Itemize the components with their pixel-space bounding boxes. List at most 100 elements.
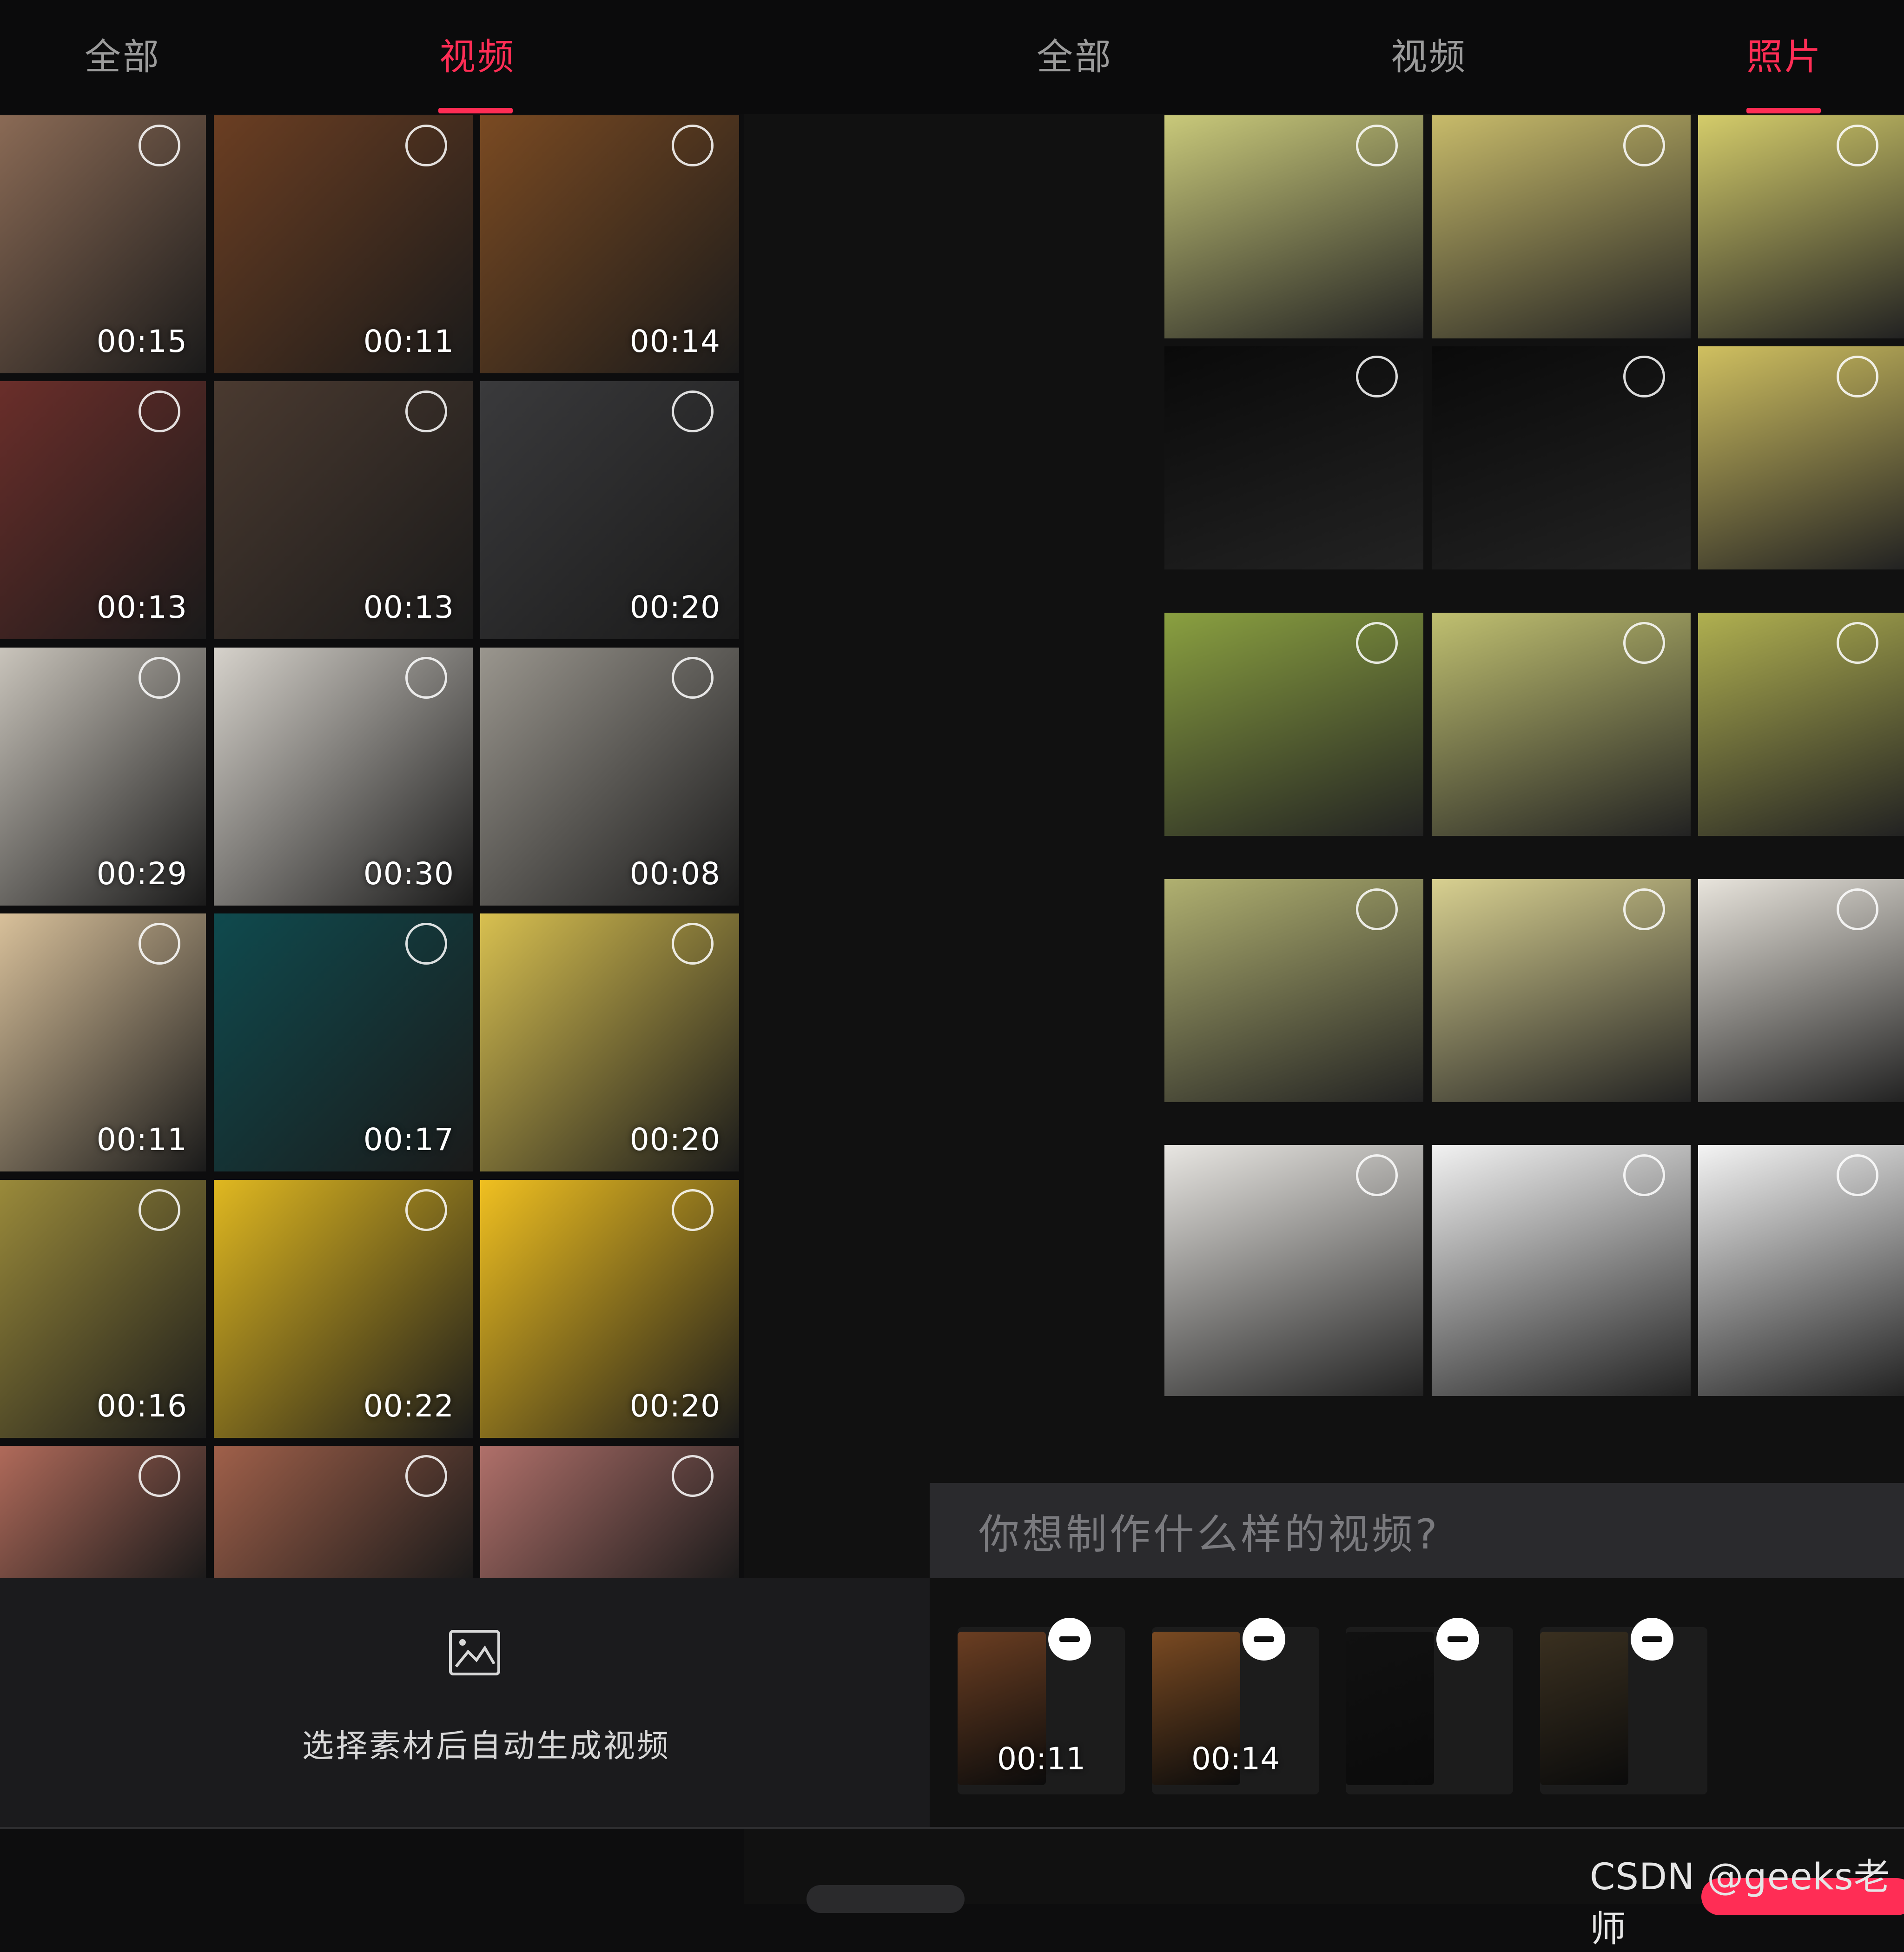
auto-generate-hint-text: 选择素材后自动生成视频 (302, 1728, 671, 1765)
select-circle-icon[interactable] (139, 1455, 180, 1497)
select-circle-icon[interactable] (672, 390, 714, 432)
select-circle-icon[interactable] (1837, 125, 1878, 166)
video-thumbnail[interactable]: 00:22 (214, 1180, 473, 1438)
video-duration: 00:16 (96, 1388, 187, 1424)
photo-thumbnail[interactable] (1432, 613, 1691, 836)
photo-thumbnail[interactable] (1432, 115, 1691, 338)
prompt-placeholder: 你想制作什么样的视频? (978, 1510, 1440, 1558)
select-circle-icon[interactable] (672, 657, 714, 699)
select-circle-icon[interactable] (139, 125, 180, 166)
video-thumbnail[interactable]: 00:17 (214, 913, 473, 1171)
remove-selected-button[interactable] (1243, 1618, 1285, 1661)
selected-media-thumbnail[interactable] (1346, 1632, 1434, 1785)
selected-media-thumbnail[interactable] (1540, 1632, 1628, 1785)
video-duration: 00:13 (96, 589, 187, 625)
video-thumbnail[interactable]: 00:13 (0, 381, 206, 639)
select-circle-icon[interactable] (405, 923, 447, 965)
video-thumbnail[interactable]: 00:29 (0, 648, 206, 906)
select-circle-icon[interactable] (1837, 622, 1878, 664)
select-circle-icon[interactable] (405, 1455, 447, 1497)
tab-photo-right[interactable]: 照片 (1746, 28, 1823, 80)
select-circle-icon[interactable] (1356, 356, 1398, 397)
divider (0, 1827, 1904, 1829)
video-duration: 00:08 (629, 856, 721, 892)
photo-thumbnail[interactable] (1432, 1145, 1691, 1396)
photo-thumbnail[interactable] (1698, 115, 1904, 338)
active-tab-indicator (438, 108, 513, 113)
select-circle-icon[interactable] (672, 1455, 714, 1497)
select-circle-icon[interactable] (1356, 622, 1398, 664)
select-circle-icon[interactable] (1837, 356, 1878, 397)
photo-thumbnail[interactable] (1698, 1145, 1904, 1396)
video-duration: 00:22 (363, 1388, 454, 1424)
video-duration: 00:11 (96, 1122, 187, 1158)
photo-thumbnail[interactable] (1164, 115, 1423, 338)
video-thumbnail[interactable]: 00:20 (480, 913, 739, 1171)
video-thumbnail[interactable]: 00:16 (0, 1180, 206, 1438)
photo-thumbnail[interactable] (1164, 879, 1423, 1102)
select-circle-icon[interactable] (1356, 125, 1398, 166)
video-duration: 00:14 (629, 324, 721, 359)
tab-video-right[interactable]: 视频 (1391, 28, 1467, 80)
select-circle-icon[interactable] (1623, 125, 1665, 166)
select-circle-icon[interactable] (1623, 888, 1665, 930)
video-thumbnail[interactable]: 00:08 (480, 648, 739, 906)
select-circle-icon[interactable] (1623, 1154, 1665, 1196)
image-icon (449, 1630, 500, 1675)
select-circle-icon[interactable] (1837, 1154, 1878, 1196)
photo-thumbnail[interactable] (1698, 879, 1904, 1102)
video-thumbnail[interactable] (480, 1446, 739, 1581)
video-duration: 00:17 (363, 1122, 454, 1158)
tab-video[interactable]: 视频 (439, 28, 516, 80)
select-circle-icon[interactable] (405, 657, 447, 699)
select-circle-icon[interactable] (405, 125, 447, 166)
select-circle-icon[interactable] (672, 1189, 714, 1231)
photo-thumbnail[interactable] (1698, 346, 1904, 569)
remove-selected-button[interactable] (1631, 1618, 1673, 1661)
photo-thumbnail[interactable] (1698, 613, 1904, 836)
select-circle-icon[interactable] (1356, 888, 1398, 930)
select-circle-icon[interactable] (672, 923, 714, 965)
select-circle-icon[interactable] (139, 1189, 180, 1231)
video-duration: 00:15 (96, 324, 187, 359)
video-thumbnail[interactable]: 00:20 (480, 381, 739, 639)
select-circle-icon[interactable] (139, 390, 180, 432)
photo-thumbnail[interactable] (1432, 879, 1691, 1102)
watermark: CSDN @geeks老师 (1590, 1856, 1891, 1950)
remove-selected-button[interactable] (1436, 1618, 1479, 1661)
video-duration: 00:11 (363, 324, 454, 359)
video-thumbnail[interactable]: 00:30 (214, 648, 473, 906)
video-thumbnail[interactable]: 00:13 (214, 381, 473, 639)
photo-thumbnail[interactable] (1164, 613, 1423, 836)
select-circle-icon[interactable] (1837, 888, 1878, 930)
video-duration: 00:20 (629, 1122, 721, 1158)
media-type-tabbar-right: 全部 视频 照片 (744, 0, 1904, 114)
video-thumbnail[interactable]: 00:11 (214, 115, 473, 373)
select-circle-icon[interactable] (672, 125, 714, 166)
video-thumbnail[interactable]: 00:15 (0, 115, 206, 373)
select-circle-icon[interactable] (405, 390, 447, 432)
photo-thumbnail[interactable] (1164, 1145, 1423, 1396)
video-duration: 00:20 (629, 589, 721, 625)
photo-thumbnail[interactable] (1432, 346, 1691, 569)
photo-thumbnail[interactable] (1164, 346, 1423, 569)
video-duration: 00:13 (363, 589, 454, 625)
remove-selected-button[interactable] (1048, 1618, 1091, 1661)
select-circle-icon[interactable] (139, 657, 180, 699)
selected-media-duration: 00:14 (1191, 1741, 1280, 1777)
select-circle-icon[interactable] (405, 1189, 447, 1231)
select-circle-icon[interactable] (139, 923, 180, 965)
video-duration: 00:30 (363, 856, 454, 892)
video-thumbnail[interactable] (214, 1446, 473, 1581)
video-thumbnail[interactable]: 00:11 (0, 913, 206, 1171)
tab-all[interactable]: 全部 (85, 28, 161, 80)
tab-all-right[interactable]: 全部 (1037, 28, 1113, 80)
select-circle-icon[interactable] (1623, 622, 1665, 664)
video-thumbnail[interactable]: 00:20 (480, 1180, 739, 1438)
video-thumbnail[interactable] (0, 1446, 206, 1581)
home-indicator (807, 1885, 965, 1913)
select-circle-icon[interactable] (1356, 1154, 1398, 1196)
select-circle-icon[interactable] (1623, 356, 1665, 397)
video-thumbnail[interactable]: 00:14 (480, 115, 739, 373)
selected-media-duration: 00:11 (997, 1741, 1086, 1777)
